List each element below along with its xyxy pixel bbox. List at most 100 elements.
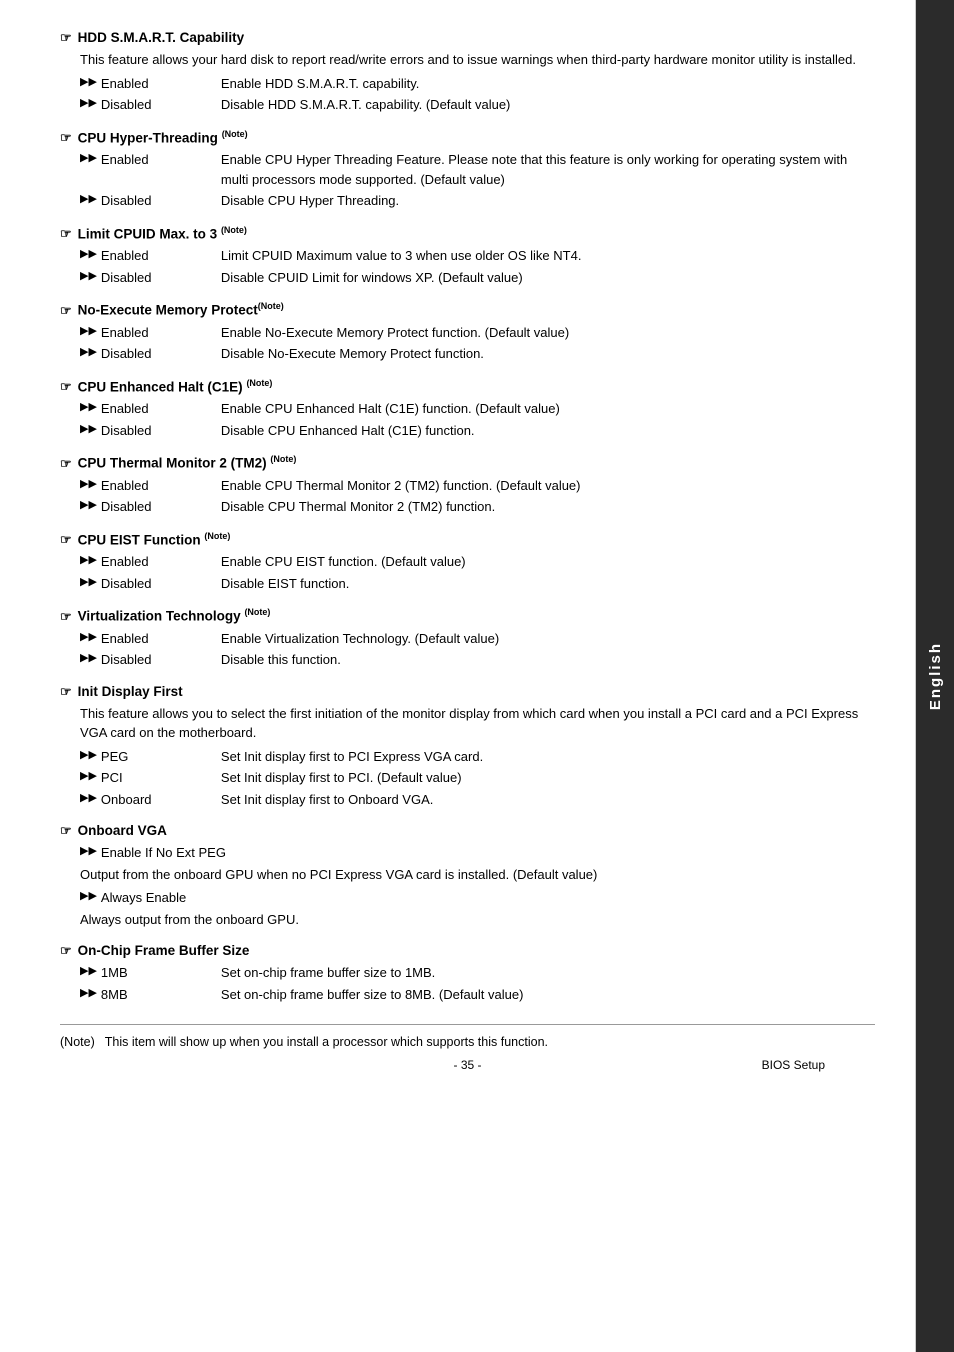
option-row: ▶▶ Disabled Disable CPU Hyper Threading. (80, 191, 875, 211)
option-desc: Disable EIST function. (221, 574, 875, 594)
option-row: ▶▶ Disabled Disable this function. (80, 650, 875, 670)
option-row: ▶▶ Enabled Enable CPU Enhanced Halt (C1E… (80, 399, 875, 419)
section-icon: ☞ (60, 823, 72, 839)
option-row: ▶▶ PEG Set Init display first to PCI Exp… (80, 747, 875, 767)
bullet: ▶▶ (80, 323, 97, 343)
option-desc: Enable CPU EIST function. (Default value… (221, 552, 875, 572)
option-row: ▶▶ Enabled Enable HDD S.M.A.R.T. capabil… (80, 74, 875, 94)
section-cpu-enhanced-halt: ☞ CPU Enhanced Halt (C1E) (Note) ▶▶ Enab… (60, 378, 875, 441)
page-footer: - 35 - BIOS Setup (60, 1065, 875, 1070)
option-row: ▶▶ 8MB Set on-chip frame buffer size to … (80, 985, 875, 1005)
option-desc: Disable HDD S.M.A.R.T. capability. (Defa… (221, 95, 875, 115)
option-row: ▶▶ Enabled Enable No-Execute Memory Prot… (80, 323, 875, 343)
option-desc: Set Init display first to PCI. (Default … (221, 768, 875, 788)
option-label: PCI (101, 768, 221, 788)
sidebar-label: English (927, 642, 944, 710)
option-desc: Limit CPUID Maximum value to 3 when use … (221, 246, 875, 266)
bullet: ▶▶ (80, 344, 97, 364)
option-row: ▶▶ Disabled Disable CPU Enhanced Halt (C… (80, 421, 875, 441)
bullet: ▶▶ (80, 191, 97, 211)
bullet: ▶▶ (80, 768, 97, 788)
section-desc-init-display: This feature allows you to select the fi… (80, 704, 875, 743)
section-desc-onboard-vga-1: Output from the onboard GPU when no PCI … (80, 865, 875, 885)
section-title-cpu-eist: ☞ CPU EIST Function (Note) (60, 531, 875, 549)
option-row: ▶▶ Disabled Disable No-Execute Memory Pr… (80, 344, 875, 364)
bullet: ▶▶ (80, 399, 97, 419)
bullet: ▶▶ (80, 246, 97, 266)
section-init-display: ☞ Init Display First This feature allows… (60, 684, 875, 810)
option-label: Enabled (101, 629, 221, 649)
bullet: ▶▶ (80, 963, 97, 983)
option-row: ▶▶ Enabled Enable CPU Hyper Threading Fe… (80, 150, 875, 189)
section-title-cpu-enhanced-halt: ☞ CPU Enhanced Halt (C1E) (Note) (60, 378, 875, 396)
option-desc: Enable CPU Enhanced Halt (C1E) function.… (221, 399, 875, 419)
section-icon: ☞ (60, 130, 72, 146)
section-title-hdd-smart: ☞ HDD S.M.A.R.T. Capability (60, 30, 875, 46)
option-desc: Set on-chip frame buffer size to 1MB. (221, 963, 875, 983)
option-desc: Set Init display first to PCI Express VG… (221, 747, 875, 767)
section-icon: ☞ (60, 943, 72, 959)
bullet: ▶▶ (80, 629, 97, 649)
option-label: Disabled (101, 497, 221, 517)
section-icon: ☞ (60, 226, 72, 242)
section-icon: ☞ (60, 609, 72, 625)
option-label: Enabled (101, 246, 221, 266)
option-row: ▶▶ Disabled Disable CPUID Limit for wind… (80, 268, 875, 288)
bullet: ▶▶ (80, 888, 97, 908)
option-row: ▶▶ Disabled Disable CPU Thermal Monitor … (80, 497, 875, 517)
bullet: ▶▶ (80, 95, 97, 115)
option-label: Enabled (101, 552, 221, 572)
page-container: ☞ HDD S.M.A.R.T. Capability This feature… (0, 0, 954, 1352)
bullet: ▶▶ (80, 574, 97, 594)
section-cpu-thermal-monitor: ☞ CPU Thermal Monitor 2 (TM2) (Note) ▶▶ … (60, 454, 875, 517)
section-virtualization: ☞ Virtualization Technology (Note) ▶▶ En… (60, 607, 875, 670)
section-title-cpu-hyper-threading: ☞ CPU Hyper-Threading (Note) (60, 129, 875, 147)
bullet: ▶▶ (80, 552, 97, 572)
section-icon: ☞ (60, 532, 72, 548)
option-row: ▶▶ Enabled Limit CPUID Maximum value to … (80, 246, 875, 266)
section-limit-cpuid: ☞ Limit CPUID Max. to 3 (Note) ▶▶ Enable… (60, 225, 875, 288)
section-onboard-vga: ☞ Onboard VGA ▶▶ Enable If No Ext PEG Ou… (60, 823, 875, 929)
option-row: ▶▶ Enable If No Ext PEG (80, 843, 875, 863)
main-content: ☞ HDD S.M.A.R.T. Capability This feature… (0, 0, 916, 1352)
bullet: ▶▶ (80, 790, 97, 810)
option-row: ▶▶ Always Enable (80, 888, 875, 908)
section-icon: ☞ (60, 303, 72, 319)
option-desc: Enable HDD S.M.A.R.T. capability. (221, 74, 875, 94)
option-label: Disabled (101, 650, 221, 670)
option-row: ▶▶ Disabled Disable EIST function. (80, 574, 875, 594)
option-row: ▶▶ PCI Set Init display first to PCI. (D… (80, 768, 875, 788)
section-no-execute: ☞ No-Execute Memory Protect(Note) ▶▶ Ena… (60, 301, 875, 364)
option-label: Disabled (101, 191, 221, 211)
section-cpu-hyper-threading: ☞ CPU Hyper-Threading (Note) ▶▶ Enabled … (60, 129, 875, 211)
option-label: Always Enable (101, 888, 261, 908)
note-label: (Note) (60, 1035, 95, 1049)
option-label: 8MB (101, 985, 221, 1005)
note-text: This item will show up when you install … (105, 1035, 548, 1049)
bullet: ▶▶ (80, 74, 97, 94)
section-icon: ☞ (60, 456, 72, 472)
section-title-onboard-vga: ☞ Onboard VGA (60, 823, 875, 839)
section-title-no-execute: ☞ No-Execute Memory Protect(Note) (60, 301, 875, 319)
option-label: Enabled (101, 399, 221, 419)
option-label: PEG (101, 747, 221, 767)
option-desc: Set Init display first to Onboard VGA. (221, 790, 875, 810)
option-desc: Disable No-Execute Memory Protect functi… (221, 344, 875, 364)
section-icon: ☞ (60, 30, 72, 46)
sidebar: English (916, 0, 954, 1352)
option-label: Onboard (101, 790, 221, 810)
option-row: ▶▶ Disabled Disable HDD S.M.A.R.T. capab… (80, 95, 875, 115)
section-icon: ☞ (60, 379, 72, 395)
section-cpu-eist: ☞ CPU EIST Function (Note) ▶▶ Enabled En… (60, 531, 875, 594)
option-label: Disabled (101, 574, 221, 594)
section-desc-onboard-vga-2: Always output from the onboard GPU. (80, 910, 875, 930)
option-desc: Disable CPU Hyper Threading. (221, 191, 875, 211)
option-desc: Disable CPU Thermal Monitor 2 (TM2) func… (221, 497, 875, 517)
option-row: ▶▶ Enabled Enable CPU EIST function. (De… (80, 552, 875, 572)
option-row: ▶▶ Enabled Enable Virtualization Technol… (80, 629, 875, 649)
option-desc: Enable No-Execute Memory Protect functio… (221, 323, 875, 343)
option-row: ▶▶ Enabled Enable CPU Thermal Monitor 2 … (80, 476, 875, 496)
option-desc (261, 843, 875, 863)
section-icon: ☞ (60, 684, 72, 700)
section-title-cpu-thermal-monitor: ☞ CPU Thermal Monitor 2 (TM2) (Note) (60, 454, 875, 472)
